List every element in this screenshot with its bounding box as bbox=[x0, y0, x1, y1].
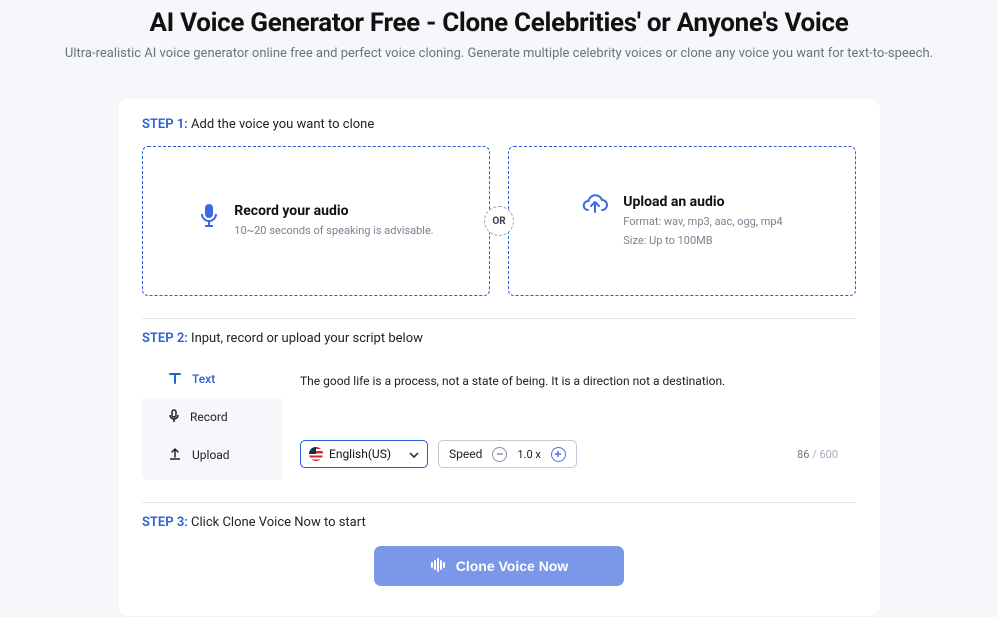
speed-increase-button[interactable] bbox=[551, 447, 566, 462]
step1-header: STEP 1: Add the voice you want to clone bbox=[142, 117, 856, 132]
text-icon bbox=[168, 371, 182, 388]
upload-icon bbox=[168, 447, 182, 464]
tab-record-label: Record bbox=[190, 410, 228, 424]
record-sub: 10~20 seconds of speaking is advisable. bbox=[234, 223, 433, 238]
language-select[interactable]: English(US) bbox=[300, 440, 428, 468]
char-max: 600 bbox=[819, 448, 838, 461]
upload-sub1: Format: wav, mp3, aac, ogg, mp4 bbox=[623, 214, 782, 229]
flag-us-icon bbox=[309, 447, 323, 461]
step3-header: STEP 3: Click Clone Voice Now to start bbox=[142, 515, 856, 530]
speed-decrease-button[interactable] bbox=[492, 447, 507, 462]
microphone-icon bbox=[198, 203, 220, 229]
mic-icon bbox=[168, 409, 180, 426]
language-label: English(US) bbox=[329, 447, 391, 461]
step1-options: Record your audio 10~20 seconds of speak… bbox=[142, 146, 856, 296]
step2-text: Input, record or upload your script belo… bbox=[191, 331, 423, 346]
upload-sub2: Size: Up to 100MB bbox=[623, 233, 782, 248]
char-count: 86 / 600 bbox=[797, 448, 838, 461]
tab-record[interactable]: Record bbox=[142, 398, 282, 436]
clone-voice-button[interactable]: Clone Voice Now bbox=[374, 546, 624, 586]
tab-content: The good life is a process, not a state … bbox=[282, 360, 856, 480]
separator-2 bbox=[142, 502, 856, 503]
speed-control: Speed 1.0 x bbox=[438, 440, 577, 468]
cta-label: Clone Voice Now bbox=[456, 558, 569, 574]
step3-text: Click Clone Voice Now to start bbox=[191, 515, 366, 530]
speed-value: 1.0 x bbox=[517, 448, 540, 461]
char-sep: / bbox=[809, 448, 819, 461]
input-tabs: Text Record Upload bbox=[142, 360, 282, 480]
upload-title: Upload an audio bbox=[623, 194, 782, 210]
page-title: AI Voice Generator Free - Clone Celebrit… bbox=[0, 8, 998, 38]
step2-header: STEP 2: Input, record or upload your scr… bbox=[142, 331, 856, 346]
tab-text[interactable]: Text bbox=[142, 360, 282, 398]
speed-label: Speed bbox=[449, 447, 482, 461]
tab-text-label: Text bbox=[192, 372, 215, 386]
step2-num: STEP 2: bbox=[142, 331, 188, 346]
or-badge: OR bbox=[484, 206, 514, 236]
page-subtitle: Ultra-realistic AI voice generator onlin… bbox=[0, 46, 998, 61]
upload-audio-box[interactable]: Upload an audio Format: wav, mp3, aac, o… bbox=[508, 146, 856, 296]
step3-num: STEP 3: bbox=[142, 515, 188, 530]
step1-text: Add the voice you want to clone bbox=[191, 117, 374, 132]
char-current: 86 bbox=[797, 448, 809, 461]
record-title: Record your audio bbox=[234, 203, 433, 219]
main-card: STEP 1: Add the voice you want to clone bbox=[118, 99, 880, 616]
step1-num: STEP 1: bbox=[142, 117, 188, 132]
chevron-down-icon bbox=[409, 447, 419, 461]
controls-row: English(US) Speed 1.0 x bbox=[300, 440, 838, 468]
script-text-input[interactable]: The good life is a process, not a state … bbox=[300, 374, 838, 422]
upload-cloud-icon bbox=[581, 194, 609, 216]
waveform-icon bbox=[430, 558, 446, 575]
tab-upload[interactable]: Upload bbox=[142, 436, 282, 474]
script-panel: Text Record Upload The good life is a pr… bbox=[142, 360, 856, 480]
tab-upload-label: Upload bbox=[192, 448, 230, 462]
separator bbox=[142, 318, 856, 319]
record-audio-box[interactable]: Record your audio 10~20 seconds of speak… bbox=[142, 146, 490, 296]
